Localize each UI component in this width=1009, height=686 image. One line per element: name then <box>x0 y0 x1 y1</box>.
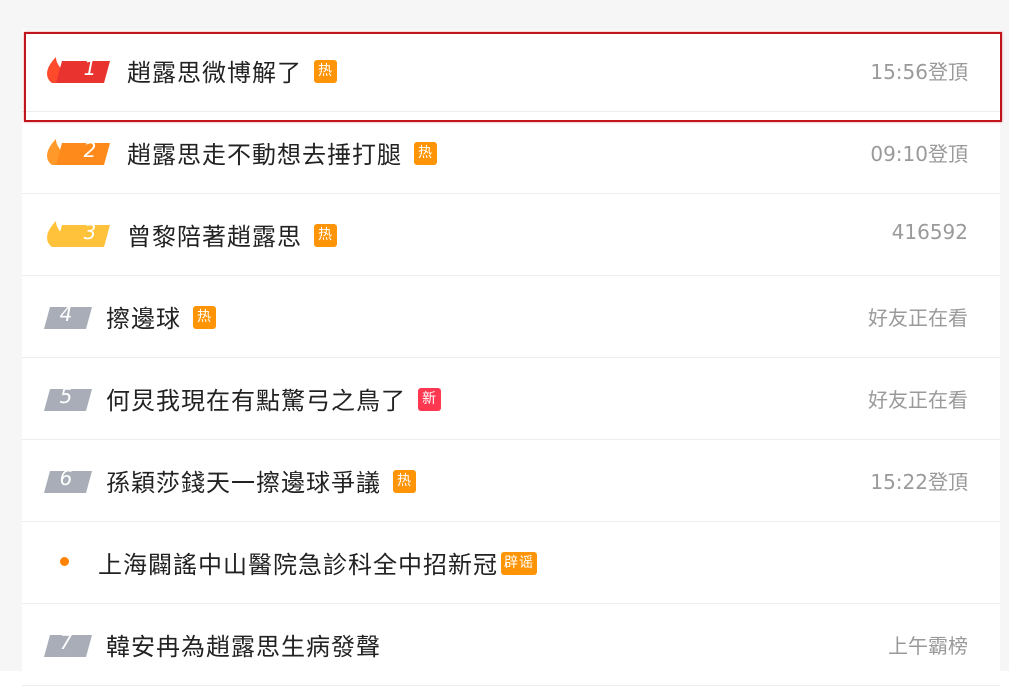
item-title-text[interactable]: 上海闢謠中山醫院急診科全中招新冠 <box>98 551 498 579</box>
rank-number: 4 <box>59 302 73 326</box>
item-title[interactable]: 趙露思微博解了热 <box>127 53 337 88</box>
item-title-text[interactable]: 趙露思走不動想去捶打腿 <box>127 141 402 169</box>
item-meta: 上午霸榜 <box>888 634 968 658</box>
hot-search-item-4[interactable]: 4 擦邊球热 好友正在看 <box>22 276 1000 358</box>
flame-rank-icon <box>42 137 112 165</box>
item-meta: 416592 <box>891 220 968 244</box>
item-title-text[interactable]: 趙露思微博解了 <box>127 59 302 87</box>
rank-number: 1 <box>83 56 97 80</box>
rank-number: 5 <box>59 384 73 408</box>
item-title-text[interactable]: 曾黎陪著趙露思 <box>127 223 302 251</box>
rank-number: 2 <box>83 138 97 162</box>
item-title-text[interactable]: 韓安冉為趙露思生病發聲 <box>106 633 381 661</box>
new-badge: 新 <box>418 387 441 411</box>
item-title[interactable]: 何炅我現在有點驚弓之鳥了新 <box>106 381 441 416</box>
item-meta: 好友正在看 <box>868 388 968 412</box>
hot-search-item-2[interactable]: 2 趙露思走不動想去捶打腿热 09:10登頂 <box>22 112 1000 194</box>
hot-search-item-1[interactable]: 1 趙露思微博解了热 15:56登頂 <box>22 30 1000 112</box>
hot-search-item-3[interactable]: 3 曾黎陪著趙露思热 416592 <box>22 194 1000 276</box>
hot-badge: 热 <box>193 305 216 329</box>
hot-search-item-promoted[interactable]: 上海闢謠中山醫院急診科全中招新冠 辟谣 <box>22 522 1000 604</box>
bullet-dot-icon <box>60 557 69 566</box>
hot-badge: 热 <box>314 59 337 83</box>
hot-badge: 热 <box>414 141 437 165</box>
item-title[interactable]: 上海闢謠中山醫院急診科全中招新冠 辟谣 <box>98 545 537 580</box>
item-title-text[interactable]: 何炅我現在有點驚弓之鳥了 <box>106 387 406 415</box>
item-title[interactable]: 曾黎陪著趙露思热 <box>127 217 337 252</box>
rank-number: 3 <box>83 220 97 244</box>
item-title-text[interactable]: 擦邊球 <box>106 305 181 333</box>
item-title[interactable]: 孫穎莎錢天一擦邊球爭議热 <box>106 463 416 498</box>
hot-search-item-5[interactable]: 5 何炅我現在有點驚弓之鳥了新 好友正在看 <box>22 358 1000 440</box>
rumor-debunk-badge: 辟谣 <box>501 551 537 575</box>
item-title-text[interactable]: 孫穎莎錢天一擦邊球爭議 <box>106 469 381 497</box>
item-meta: 好友正在看 <box>868 306 968 330</box>
hot-badge: 热 <box>393 469 416 493</box>
hot-search-item-7[interactable]: 7 韓安冉為趙露思生病發聲 上午霸榜 <box>22 604 1000 686</box>
flame-rank-icon <box>42 55 112 83</box>
hot-search-item-6[interactable]: 6 孫穎莎錢天一擦邊球爭議热 15:22登頂 <box>22 440 1000 522</box>
item-meta: 15:22登頂 <box>870 470 968 494</box>
rank-number: 7 <box>59 630 73 654</box>
item-meta: 15:56登頂 <box>870 60 968 84</box>
flame-rank-icon <box>42 219 112 247</box>
rank-number: 6 <box>59 466 73 490</box>
hot-search-panel: 1 趙露思微博解了热 15:56登頂 2 趙露思走不動想去捶打腿热 09:10登… <box>0 0 1009 686</box>
item-title[interactable]: 擦邊球热 <box>106 299 216 334</box>
item-title[interactable]: 趙露思走不動想去捶打腿热 <box>127 135 437 170</box>
hot-badge: 热 <box>314 223 337 247</box>
item-meta: 09:10登頂 <box>870 142 968 166</box>
item-title[interactable]: 韓安冉為趙露思生病發聲 <box>106 627 381 662</box>
